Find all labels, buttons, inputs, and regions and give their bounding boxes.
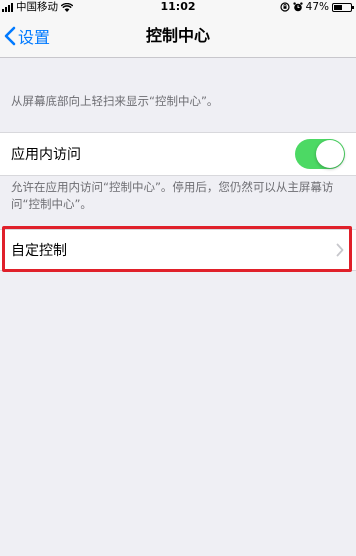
chevron-right-icon — [336, 230, 344, 270]
in-app-access-footnote: 允许在应用内访问“控制中心”。停用后，您仍然可以从主屏幕访问“控制中心”。 — [11, 180, 334, 211]
status-bar: 中国移动 11:02 47% — [0, 0, 356, 14]
status-right: 47% — [280, 0, 354, 14]
customize-controls-row[interactable]: 自定控制 — [0, 229, 356, 271]
nav-bar: 设置 控制中心 — [0, 14, 356, 58]
battery-percent: 47% — [305, 1, 329, 13]
swipe-hint-text: 从屏幕底部向上轻扫来显示“控制中心”。 — [11, 94, 219, 108]
orientation-lock-icon — [280, 2, 290, 12]
in-app-access-row: 应用内访问 — [0, 132, 356, 176]
alarm-icon — [293, 2, 303, 12]
page-title: 控制中心 — [145, 26, 210, 45]
battery-fill — [334, 4, 342, 10]
battery-icon — [332, 2, 354, 12]
customize-controls-label: 自定控制 — [11, 243, 67, 259]
toggle-knob — [316, 140, 344, 168]
in-app-access-label: 应用内访问 — [11, 147, 81, 163]
in-app-access-toggle[interactable] — [295, 139, 345, 169]
